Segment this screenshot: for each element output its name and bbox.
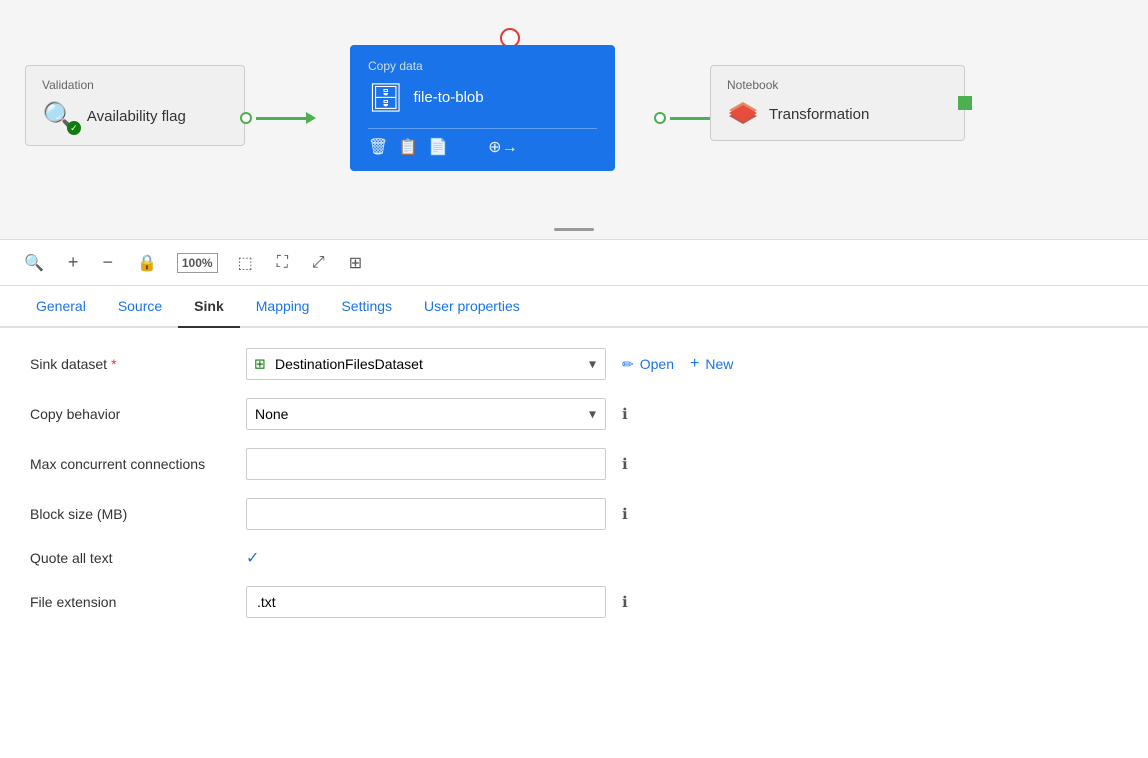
copy-behavior-label: Copy behavior [30, 406, 230, 422]
delete-icon[interactable]: 🗑 [368, 137, 388, 157]
copy-behavior-select[interactable]: None PreserveHierarchy FlattenHierarchy … [246, 398, 606, 430]
copy-data-node[interactable]: Copy data 🗄 file-to-blob 🗑 📋 📄 ⊕→ [350, 45, 615, 171]
validation-node-name: Availability flag [87, 108, 186, 125]
block-size-info-icon[interactable]: ℹ [622, 505, 628, 523]
max-concurrent-label: Max concurrent connections [30, 456, 230, 472]
tab-mapping[interactable]: Mapping [240, 286, 326, 328]
minus-toolbar-btn[interactable]: − [98, 248, 117, 277]
block-size-input[interactable] [246, 498, 606, 530]
quote-all-text-checkbox[interactable]: ✓ [246, 548, 259, 568]
check-badge-icon: ✓ [67, 121, 81, 135]
open-button[interactable]: ✏ Open [622, 356, 674, 373]
sink-form: Sink dataset* ⊞ DestinationFilesDataset … [0, 328, 1148, 656]
notebook-icon [727, 100, 759, 128]
pencil-icon: ✏ [622, 356, 634, 373]
validation-node-label: Validation [42, 78, 228, 92]
file-extension-info-icon[interactable]: ℹ [622, 593, 628, 611]
tab-sink[interactable]: Sink [178, 286, 240, 328]
copy-behavior-select-wrap: None PreserveHierarchy FlattenHierarchy … [246, 398, 606, 430]
sink-dataset-row: Sink dataset* ⊞ DestinationFilesDataset … [30, 348, 1118, 380]
property-tabs: General Source Sink Mapping Settings Use… [0, 286, 1148, 328]
tab-settings[interactable]: Settings [325, 286, 408, 328]
fit-toolbar-btn[interactable]: 100% [177, 253, 218, 273]
validation-node[interactable]: Validation 🔍 ✓ Availability flag [25, 65, 245, 146]
file-extension-input[interactable] [246, 586, 606, 618]
sink-dataset-select-wrap: ⊞ DestinationFilesDataset ▾ [246, 348, 606, 380]
tab-user-properties[interactable]: User properties [408, 286, 536, 328]
max-concurrent-row: Max concurrent connections ℹ [30, 448, 1118, 480]
plus-icon: + [690, 355, 699, 373]
node-right-connector [958, 96, 972, 110]
quote-all-text-label: Quote all text [30, 550, 230, 566]
search-toolbar-btn[interactable]: 🔍 [20, 249, 48, 277]
max-concurrent-input[interactable] [246, 448, 606, 480]
notebook-node-name: Transformation [769, 106, 869, 123]
add-toolbar-btn[interactable]: + [64, 248, 83, 277]
info-action-icon[interactable]: 📋 [398, 137, 418, 157]
cursor-toolbar-btn[interactable]: ⛶ [273, 250, 292, 276]
node-action-toolbar: 🗑 📋 📄 ⊕→ [368, 128, 597, 157]
navigate-icon[interactable]: ⊕→ [488, 137, 517, 157]
pipeline-canvas: Validation 🔍 ✓ Availability flag Copy da… [0, 0, 1148, 240]
select-toolbar-btn[interactable]: ⬚ [234, 249, 257, 277]
block-size-row: Block size (MB) ℹ [30, 498, 1118, 530]
copy-behavior-info-icon[interactable]: ℹ [622, 405, 628, 423]
magnifier-icon: 🔍 ✓ [42, 100, 77, 133]
new-button[interactable]: + New [690, 355, 733, 373]
required-star: * [111, 356, 116, 372]
database-icon: 🗄 [368, 81, 404, 114]
max-concurrent-info-icon[interactable]: ℹ [622, 455, 628, 473]
file-extension-row: File extension ℹ [30, 586, 1118, 618]
zoom-fit-toolbar-btn[interactable]: ⤢ [308, 250, 329, 276]
copy-icon[interactable]: 📄 [428, 137, 448, 157]
canvas-toolbar: 🔍 + − 🔒 100% ⬚ ⛶ ⤢ ⊞ [0, 240, 1148, 286]
copy-behavior-row: Copy behavior None PreserveHierarchy Fla… [30, 398, 1118, 430]
block-size-label: Block size (MB) [30, 506, 230, 522]
sink-dataset-label: Sink dataset* [30, 356, 230, 372]
notebook-node[interactable]: Notebook Transformation [710, 65, 965, 141]
layout-toolbar-btn[interactable]: ⊞ [345, 249, 366, 277]
arrow-connector-1 [240, 112, 316, 124]
copy-data-node-name: file-to-blob [414, 89, 484, 106]
sink-dataset-select[interactable]: DestinationFilesDataset [246, 348, 606, 380]
dataset-icon: ⊞ [254, 356, 266, 373]
notebook-node-label: Notebook [727, 78, 948, 92]
copy-data-node-label: Copy data [368, 59, 597, 73]
file-extension-label: File extension [30, 594, 230, 610]
divider-handle[interactable] [554, 228, 594, 231]
tab-source[interactable]: Source [102, 286, 178, 328]
lock-toolbar-btn[interactable]: 🔒 [133, 249, 161, 277]
tab-general[interactable]: General [20, 286, 102, 328]
quote-all-text-row: Quote all text ✓ [30, 548, 1118, 568]
